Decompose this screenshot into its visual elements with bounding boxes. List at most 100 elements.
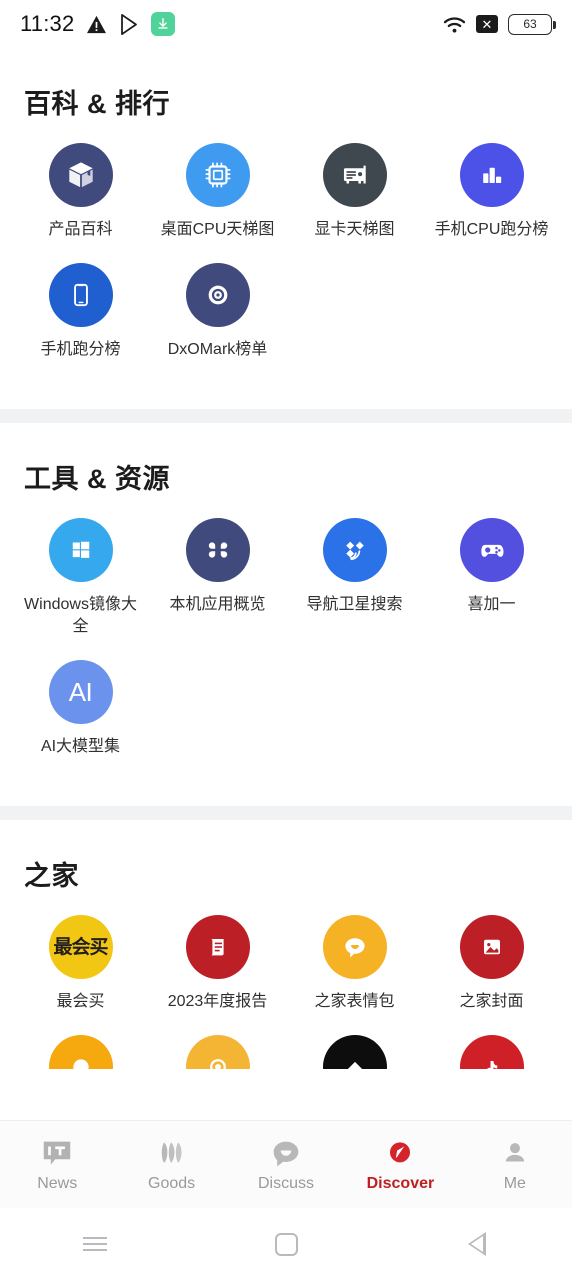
tab-label: News <box>37 1174 78 1192</box>
chat-bubble-icon <box>270 1137 302 1171</box>
grid-item-product-encyclopedia[interactable]: 产品百科 <box>12 143 149 241</box>
grid-item-windows-images[interactable]: Windows镜像大全 <box>12 518 149 638</box>
grid-item-desktop-cpu-ladder[interactable]: 桌面CPU天梯图 <box>149 143 286 241</box>
icon-grid: Windows镜像大全 本机应用概览 导航卫星搜索 喜加一 AI AI大模型集 <box>0 500 572 780</box>
graphics-card-icon <box>322 143 387 207</box>
grid-item-partial-2[interactable] <box>149 1035 286 1069</box>
grid-item-free-games[interactable]: 喜加一 <box>423 518 560 638</box>
image-picture-icon <box>459 915 524 979</box>
game-controller-icon <box>459 518 524 582</box>
box-icon <box>48 143 113 207</box>
compass-icon <box>385 1137 415 1171</box>
chat-smile-icon <box>322 915 387 979</box>
grid-item-label: 导航卫星搜索 <box>306 596 403 613</box>
grid-item-local-apps-overview[interactable]: 本机应用概览 <box>149 518 286 638</box>
tab-me[interactable]: Me <box>458 1137 572 1193</box>
grid-item-zuihuimai[interactable]: 最会买 最会买 <box>12 915 149 1013</box>
status-bar-left: 11:32 <box>20 11 176 37</box>
grid-item-partial-1[interactable] <box>12 1035 149 1069</box>
section-encyclopedia-ranking: 百科 & 排行 产品百科 桌面CPU天梯图 显卡天梯图 手机CPU跑分榜 手机跑… <box>0 48 572 409</box>
ring-icon <box>48 1035 113 1069</box>
section-title: 工具 & 资源 <box>24 464 171 494</box>
grid-item-cover[interactable]: 之家封面 <box>423 915 560 1013</box>
grid-item-label: 手机跑分榜 <box>40 341 121 358</box>
grid-item-satellite-search[interactable]: 导航卫星搜索 <box>286 518 423 638</box>
cpu-chip-icon <box>185 143 250 207</box>
mascot-icon <box>322 1035 387 1069</box>
goods-icon <box>156 1137 188 1171</box>
grid-item-label: 显卡天梯图 <box>314 221 395 238</box>
grid-item-label: 之家表情包 <box>314 993 395 1010</box>
icon-grid: 产品百科 桌面CPU天梯图 显卡天梯图 手机CPU跑分榜 手机跑分榜 DxOMa… <box>0 125 572 383</box>
status-bar-right: ✕ 63 <box>443 13 556 35</box>
grid-item-partial-4[interactable] <box>423 1035 560 1069</box>
grid-item-dxomark[interactable]: DxOMark榜单 <box>149 263 286 361</box>
grid-item-label: 最会买 <box>56 993 105 1010</box>
recents-button[interactable] <box>0 1233 191 1255</box>
play-store-icon <box>121 13 138 35</box>
battery-icon: 63 <box>508 13 556 35</box>
grid-item-label: 喜加一 <box>467 596 516 613</box>
tab-news[interactable]: News <box>0 1137 114 1193</box>
grid-item-label: Windows镜像大全 <box>24 596 137 635</box>
home-icon <box>274 1232 298 1256</box>
zuihuimai-icon-text: 最会买 <box>53 936 108 958</box>
grid-item-gpu-ladder[interactable]: 显卡天梯图 <box>286 143 423 241</box>
grid-item-label: 桌面CPU天梯图 <box>160 221 275 238</box>
icon-grid-partial-row <box>0 1035 572 1069</box>
tab-label: Discover <box>366 1174 435 1192</box>
icon-grid: 最会买 最会买 2023年度报告 之家表情包 之家封面 <box>0 897 572 1035</box>
bottom-tab-bar: News Goods Discuss Discover Me <box>0 1120 572 1208</box>
status-time: 11:32 <box>20 11 75 36</box>
bar-chart-icon <box>459 143 524 207</box>
section-tools-resources: 工具 & 资源 Windows镜像大全 本机应用概览 导航卫星搜索 喜加一 AI… <box>0 423 572 806</box>
battery-level: 63 <box>523 17 537 31</box>
tab-label: Me <box>503 1174 526 1192</box>
recents-icon <box>83 1233 108 1255</box>
grid-item-label: 产品百科 <box>48 221 113 238</box>
section-divider <box>0 806 572 820</box>
wifi-icon <box>443 16 466 33</box>
grid-item-partial-3[interactable] <box>286 1035 423 1069</box>
section-title: 百科 & 排行 <box>24 89 171 119</box>
section-divider <box>0 409 572 423</box>
tab-discuss[interactable]: Discuss <box>229 1137 343 1193</box>
grid-item-label: AI大模型集 <box>40 738 121 755</box>
grid-item-phone-benchmark[interactable]: 手机跑分榜 <box>12 263 149 361</box>
status-bar: 11:32 ✕ 63 <box>0 0 572 48</box>
no-signal-icon: ✕ <box>476 15 498 33</box>
grid-item-phone-cpu-benchmark[interactable]: 手机CPU跑分榜 <box>423 143 560 241</box>
warning-triangle-icon <box>87 15 107 33</box>
it-news-icon <box>41 1137 73 1171</box>
tab-discover[interactable]: Discover <box>343 1137 457 1193</box>
section-title: 之家 <box>24 861 79 891</box>
grid-item-label: 2023年度报告 <box>167 993 268 1010</box>
satellite-icon <box>322 518 387 582</box>
grid-item-label: 手机CPU跑分榜 <box>434 221 549 238</box>
camera-lens-icon <box>185 263 250 327</box>
back-icon <box>467 1232 486 1256</box>
download-icon <box>151 12 176 36</box>
person-icon <box>500 1137 530 1171</box>
ai-icon-text: AI <box>68 676 93 707</box>
back-button[interactable] <box>381 1232 572 1256</box>
ai-text-icon: AI <box>48 660 113 724</box>
windows-logo-icon <box>48 518 113 582</box>
apps-grid-icon <box>185 518 250 582</box>
tab-label: Goods <box>148 1174 196 1192</box>
tab-label: Discuss <box>258 1174 315 1192</box>
target-ring-icon <box>185 1035 250 1069</box>
android-nav-bar <box>0 1208 572 1280</box>
grid-item-label: 之家封面 <box>459 993 524 1010</box>
section-zhijia: 之家 最会买 最会买 2023年度报告 之家表情包 之家封面 <box>0 820 572 1069</box>
grid-item-annual-report-2023[interactable]: 2023年度报告 <box>149 915 286 1013</box>
discover-scroll-area[interactable]: 百科 & 排行 产品百科 桌面CPU天梯图 显卡天梯图 手机CPU跑分榜 手机跑… <box>0 48 572 1120</box>
music-note-icon <box>459 1035 524 1069</box>
grid-item-emoji-pack[interactable]: 之家表情包 <box>286 915 423 1013</box>
grid-item-ai-models[interactable]: AI AI大模型集 <box>12 660 149 758</box>
grid-item-label: 本机应用概览 <box>169 596 266 613</box>
report-book-icon <box>185 915 250 979</box>
zuihuimai-text-icon: 最会买 <box>48 915 113 979</box>
tab-goods[interactable]: Goods <box>114 1137 228 1193</box>
home-button[interactable] <box>191 1232 382 1256</box>
